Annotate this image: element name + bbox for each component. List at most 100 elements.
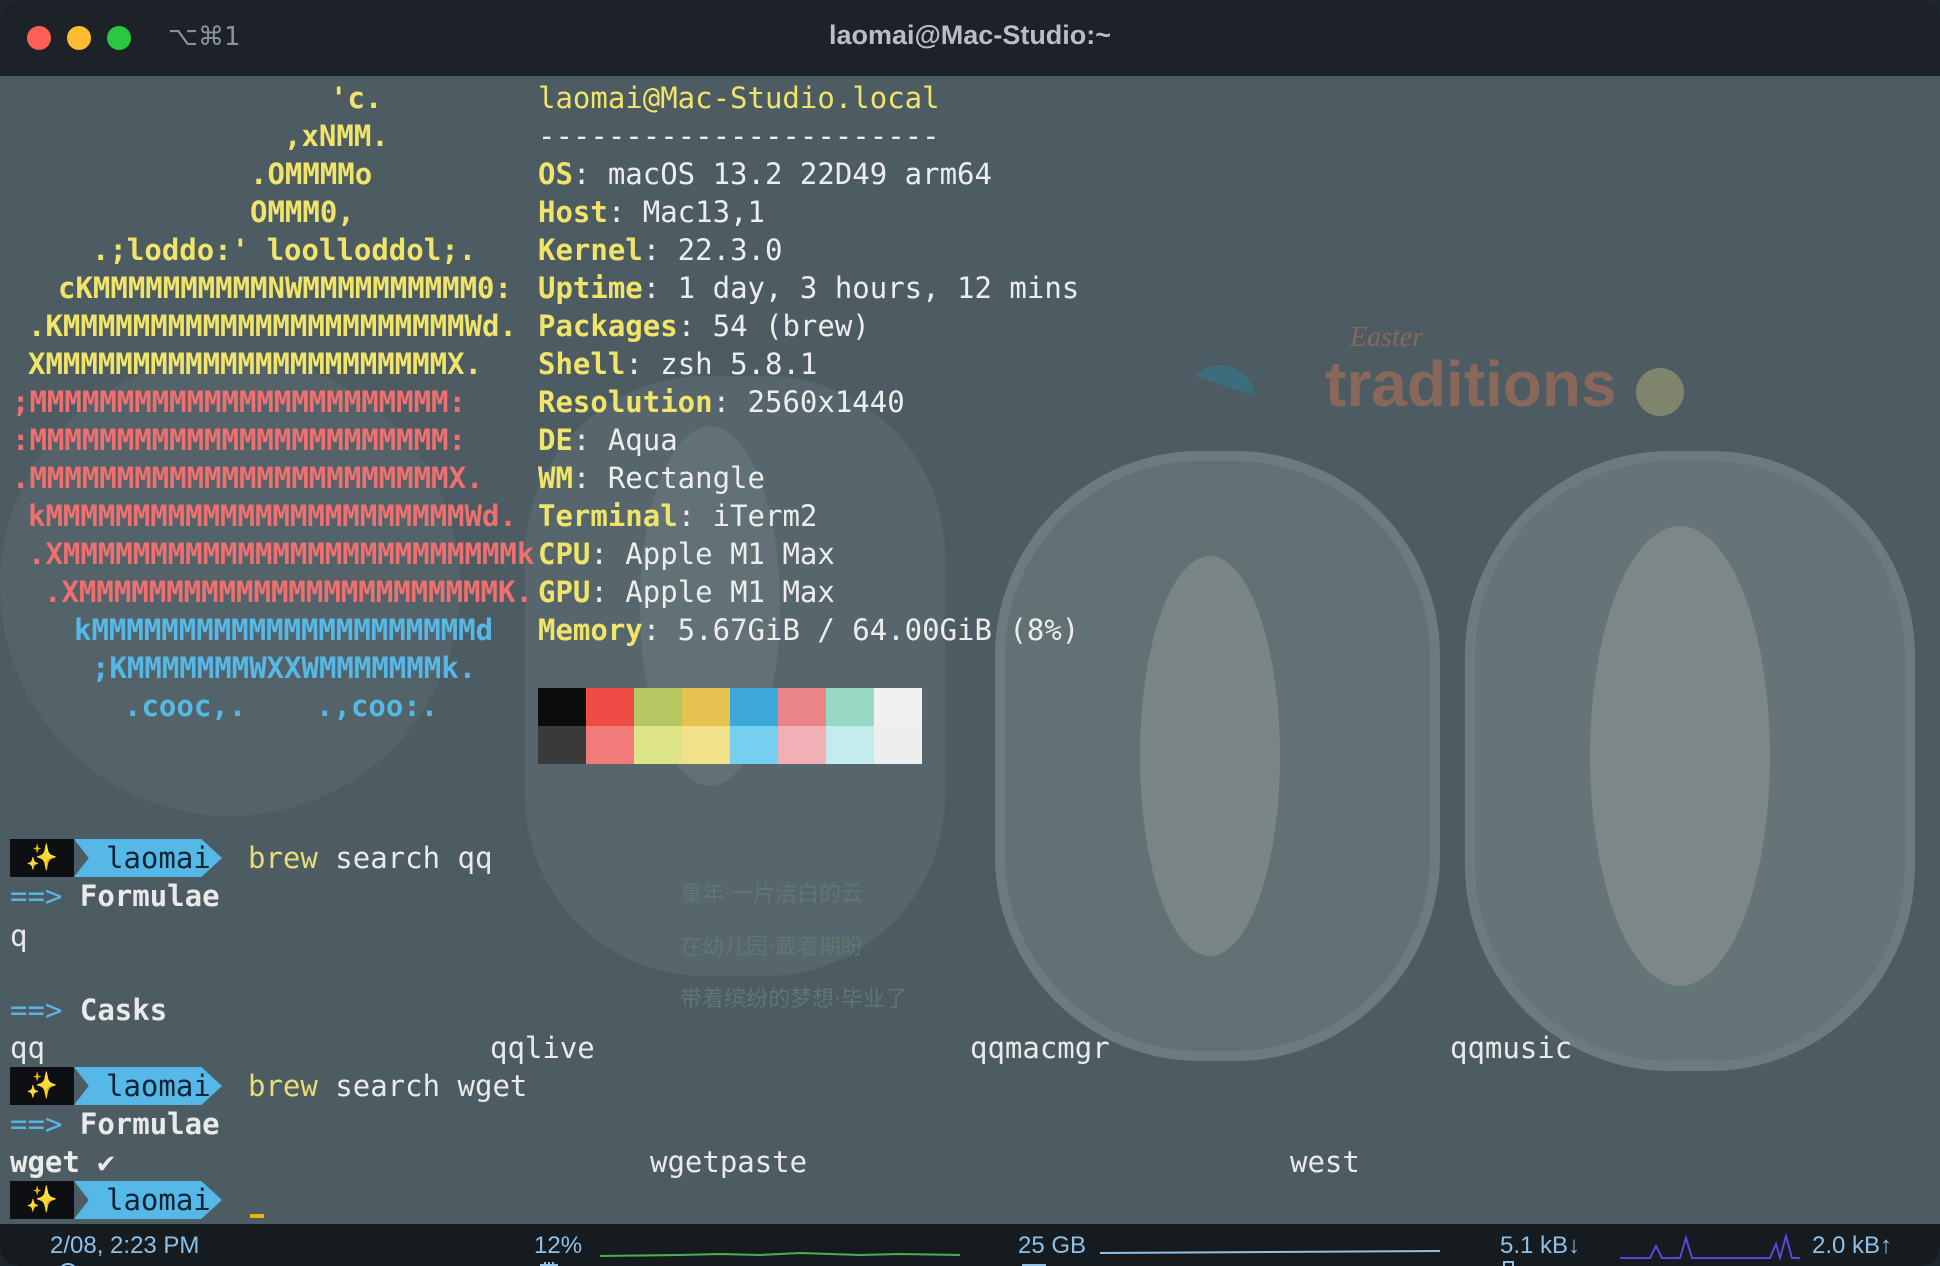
info-key: CPU [538, 537, 591, 571]
info-value: : iTerm2 [677, 499, 818, 533]
logo-line: .KMMMMMMMMMMMMMMMMMMMMMMMWd. [28, 309, 517, 343]
prompt-icon: ✨ [10, 1067, 74, 1105]
info-key: Memory [538, 613, 643, 647]
info-row: CPU: Apple M1 Max [538, 535, 835, 573]
prompt-icon: ✨ [10, 1181, 74, 1219]
info-row: DE: Aqua [538, 421, 678, 459]
info-value: : Apple M1 Max [590, 575, 835, 609]
info-key: Kernel [538, 233, 643, 267]
info-value: : 5.67GiB / 64.00GiB (8%) [642, 613, 1080, 647]
info-row: Packages: 54 (brew) [538, 307, 870, 345]
info-value: : 2560x1440 [712, 385, 905, 419]
prompt-user: laomai [74, 1181, 222, 1219]
info-row: WM: Rectangle [538, 459, 765, 497]
info-key: Resolution [538, 385, 713, 419]
info-row: Shell: zsh 5.8.1 [538, 345, 817, 383]
info-row: OS: macOS 13.2 22D49 arm64 [538, 155, 992, 193]
info-row: Host: Mac13,1 [538, 193, 765, 231]
memory-graph [1100, 1250, 1440, 1254]
logo-line: .MMMMMMMMMMMMMMMMMMMMMMMMX. [12, 461, 484, 495]
command-program: brew [248, 1069, 318, 1103]
info-key: Uptime [538, 271, 643, 305]
color-swatch [634, 726, 682, 764]
background-caption-3: 带着缤纷的梦想·毕业了 [680, 987, 907, 1012]
network-graph [1620, 1232, 1800, 1260]
cask-item: qqmacmgr [970, 1031, 1110, 1065]
header-text: Casks [79, 993, 168, 1027]
color-swatch [682, 726, 730, 764]
color-swatch [730, 726, 778, 764]
background-brand: traditions [1325, 348, 1617, 420]
logo-line: OMMM0, [250, 195, 355, 229]
color-swatch [538, 688, 586, 726]
info-value: : 1 day, 3 hours, 12 mins [642, 271, 1080, 305]
prompt-user: laomai [74, 1067, 222, 1105]
color-swatch [682, 688, 730, 726]
background-caption-2: 在幼儿园·載着期盼 [680, 935, 863, 960]
color-swatch [778, 688, 826, 726]
info-key: Packages [538, 309, 678, 343]
formula-item: wgetpaste [650, 1145, 808, 1179]
background-caption-1: 童年·一片洁白的云 [680, 882, 863, 907]
formula-item: wget ✔ [10, 1145, 115, 1179]
window-title: laomai@Mac-Studio:~ [828, 20, 1112, 50]
terminal-window: Easter traditions 童年·一片洁白的云 在幼儿园·載着期盼 带着… [0, 0, 1940, 1266]
logo-line: kMMMMMMMMMMMMMMMMMMMMMMMMWd. [28, 499, 517, 533]
color-swatch [586, 688, 634, 726]
info-value: : zsh 5.8.1 [625, 347, 818, 381]
color-swatch [730, 688, 778, 726]
status-net-up: 2.0 kB↑ [1812, 1232, 1893, 1259]
color-swatch [874, 726, 922, 764]
arrow: ==> [10, 993, 63, 1027]
prompt-user: laomai [74, 839, 222, 877]
info-row: Uptime: 1 day, 3 hours, 12 mins [538, 269, 1079, 307]
logo-line: .XMMMMMMMMMMMMMMMMMMMMMMMMK. [44, 575, 533, 609]
status-memory: 25 GB [1018, 1232, 1087, 1259]
title-bar: ⌥⌘1 laomai@Mac-Studio:~ [0, 0, 1940, 76]
logo-line: .;loddo:' loolloddol;. [92, 233, 477, 267]
info-value: : Apple M1 Max [590, 537, 835, 571]
separator: ----------------------- [538, 119, 940, 153]
logo-line: cKMMMMMMMMMMNWMMMMMMMMMM0: [58, 271, 512, 305]
arrow: ==> [10, 879, 63, 913]
header-text: Formulae [79, 879, 220, 913]
cask-item: qqmusic [1450, 1031, 1573, 1065]
status-cpu: 12% [534, 1232, 583, 1259]
info-key: OS [538, 157, 573, 191]
command-line-1: brew search qq [248, 839, 492, 877]
logo-line: XMMMMMMMMMMMMMMMMMMMMMMMX. [28, 347, 482, 381]
info-key: WM [538, 461, 573, 495]
logo-line: ;MMMMMMMMMMMMMMMMMMMMMMMM: [12, 385, 466, 419]
cask-item: qqlive [490, 1031, 595, 1065]
color-swatch [874, 688, 922, 726]
info-row: GPU: Apple M1 Max [538, 573, 835, 611]
cpu-graph [600, 1251, 960, 1257]
logo-line: kMMMMMMMMMMMMMMMMMMMMMMd [74, 613, 494, 647]
formulae-header-1: ==> Formulae [10, 877, 220, 915]
formula-item: q [10, 919, 28, 953]
arrow: ==> [10, 1107, 63, 1141]
info-row: Memory: 5.67GiB / 64.00GiB (8%) [538, 611, 1079, 649]
logo-line: :MMMMMMMMMMMMMMMMMMMMMMMM: [12, 423, 466, 457]
formula-item: west [1290, 1145, 1360, 1179]
header-text: Formulae [79, 1107, 220, 1141]
command-args: search wget [317, 1069, 528, 1103]
info-key: Terminal [538, 499, 678, 533]
info-key: Host [538, 195, 608, 229]
info-value: : Mac13,1 [607, 195, 765, 229]
color-swatch [634, 688, 682, 726]
logo-line: ,xNMM. [284, 119, 389, 153]
command-program: brew [248, 841, 318, 875]
text-cursor[interactable] [250, 1214, 264, 1218]
logo-line: 'c. [330, 81, 383, 115]
prompt-icon: ✨ [10, 839, 74, 877]
logo-line: ;KMMMMMMMWXXWMMMMMMMk. [92, 651, 477, 685]
casks-header: ==> Casks [10, 991, 167, 1029]
status-time: 2/08, 2:23 PM [50, 1232, 200, 1259]
color-swatch [778, 726, 826, 764]
logo-line: .OMMMMo [250, 157, 373, 191]
color-swatch [826, 688, 874, 726]
color-swatch [826, 726, 874, 764]
info-value: : 22.3.0 [642, 233, 783, 267]
cask-item: qq [10, 1031, 45, 1065]
